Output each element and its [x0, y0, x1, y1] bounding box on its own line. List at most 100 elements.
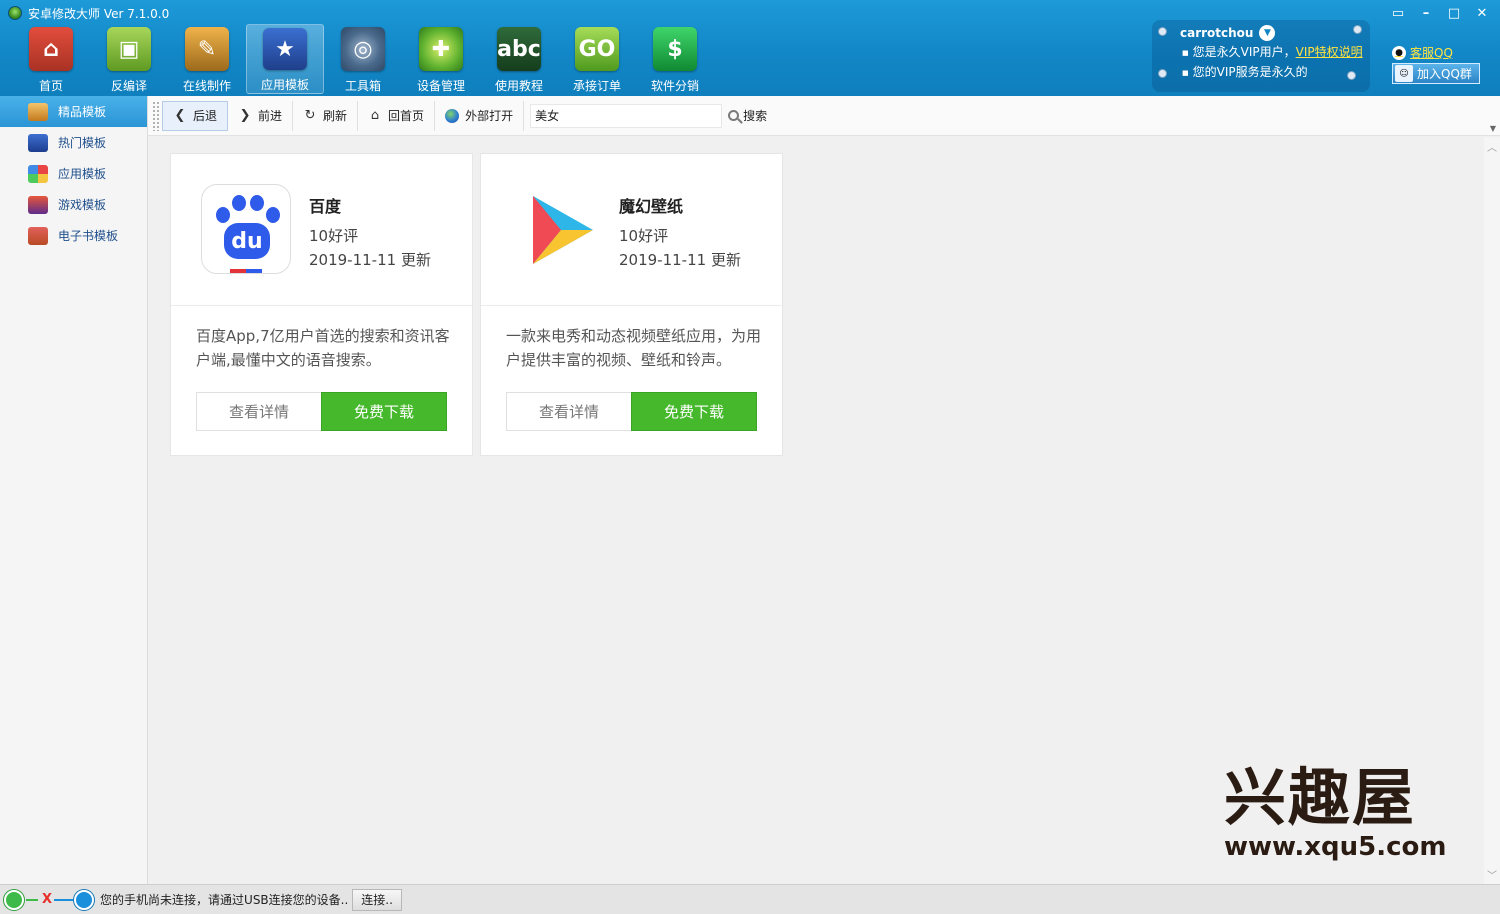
toolbar-decompile[interactable]: ▣ 反编译: [90, 24, 168, 94]
book-icon: [28, 226, 48, 245]
back-label: 后退: [193, 109, 218, 123]
baidu-color-bar: [230, 269, 262, 273]
template-star-icon: ★: [263, 28, 307, 70]
watermark-url: www.xqu5.com: [1224, 832, 1447, 862]
paw-toe-icon: [250, 195, 264, 211]
home-page-label: 回首页: [388, 109, 425, 123]
toolbar-label: 首页: [38, 79, 63, 93]
scroll-down-icon[interactable]: ﹀: [1487, 867, 1497, 882]
chat-icon[interactable]: ▭: [1388, 4, 1408, 22]
free-download-button[interactable]: 免费下载: [321, 392, 447, 431]
phone-icon: [4, 889, 24, 910]
window-controls: ▭ – □ ✕: [1388, 4, 1492, 22]
qq-penguin-icon: ●: [1392, 45, 1406, 60]
toolbar-app-template[interactable]: ★ 应用模板: [246, 24, 324, 94]
customer-service-qq-link[interactable]: ● 客服QQ: [1392, 44, 1453, 61]
baidu-du-mark: du: [224, 223, 270, 259]
search-button[interactable]: 搜索: [728, 107, 767, 124]
sidebar-item-hot[interactable]: 热门模板: [0, 127, 147, 158]
view-details-button[interactable]: 查看详情: [506, 392, 632, 431]
play-triangle-graphic: [533, 196, 593, 264]
toolbar-label: 承接订单: [572, 79, 621, 93]
vip-privilege-link[interactable]: VIP特权说明: [1296, 45, 1363, 59]
search-icon: [728, 110, 740, 121]
toolbar-orders[interactable]: GO 承接订单: [558, 24, 636, 94]
chevron-right-icon: ❯: [239, 108, 251, 123]
toolbar-grip-icon[interactable]: [152, 100, 160, 131]
nav-overflow-chevron-icon[interactable]: ▼: [1490, 124, 1496, 133]
play-triangle-icon[interactable]: [511, 184, 601, 274]
user-info-panel: carrotchou ▼ ■ 您是永久VIP用户，VIP特权说明 ■ 您的VIP服务…: [1152, 20, 1370, 92]
toolbar-tutorial[interactable]: abc 使用教程: [480, 24, 558, 94]
blackboard-icon: abc: [497, 27, 541, 71]
app-description: 一款来电秀和动态视频壁纸应用，为用户提供丰富的视频、壁纸和铃声。: [506, 327, 762, 369]
globe-icon: [445, 108, 460, 123]
toolbar-distribution[interactable]: $ 软件分销: [636, 24, 714, 94]
scroll-up-icon[interactable]: ︿: [1487, 139, 1497, 154]
app-rating: 10好评: [309, 227, 359, 245]
maximize-button[interactable]: □: [1444, 4, 1464, 22]
refresh-icon: ↻: [304, 108, 316, 123]
connect-button[interactable]: 连接..: [352, 888, 402, 911]
search-input[interactable]: [530, 103, 723, 128]
forward-label: 前进: [258, 109, 283, 123]
home-icon: ⌂: [29, 27, 73, 71]
refresh-label: 刷新: [323, 109, 348, 123]
toolbar-label: 在线制作: [182, 79, 231, 93]
search-label: 搜索: [743, 109, 768, 123]
free-download-button[interactable]: 免费下载: [631, 392, 757, 431]
connection-wire: [54, 898, 75, 901]
toolbar-device-manager[interactable]: ✚ 设备管理: [402, 24, 480, 94]
refresh-button[interactable]: ↻ 刷新: [293, 100, 359, 131]
house-icon: ⌂: [370, 108, 380, 123]
qq-group-icon: ☺: [1395, 65, 1413, 82]
username-dropdown[interactable]: carrotchou ▼: [1180, 25, 1276, 41]
forward-button[interactable]: ❯ 前进: [228, 100, 294, 131]
gear-lens-icon: ◎: [341, 27, 385, 71]
join-qq-group-button[interactable]: ☺ 加入QQ群: [1392, 63, 1480, 84]
toolbar-toolbox[interactable]: ◎ 工具箱: [324, 24, 402, 94]
close-button[interactable]: ✕: [1472, 4, 1492, 22]
username: carrotchou: [1180, 26, 1254, 40]
dollar-icon: $: [653, 27, 697, 71]
toolbar-online-make[interactable]: ✎ 在线制作: [168, 24, 246, 94]
radar-icon: ✚: [419, 27, 463, 71]
sidebar-item-games[interactable]: 游戏模板: [0, 189, 147, 220]
toolbar-home[interactable]: ⌂ 首页: [12, 24, 90, 94]
category-sidebar: 精品模板 热门模板 应用模板 游戏模板 电子书模板: [0, 96, 148, 884]
disconnected-x-icon: X: [42, 892, 53, 907]
vip-status-text: 您是永久VIP用户，: [1192, 45, 1296, 59]
sidebar-item-boutique[interactable]: 精品模板: [0, 96, 147, 127]
box-icon: [28, 102, 48, 121]
browser-nav-bar: ❮ 后退 ❯ 前进 ↻ 刷新 ⌂ 回首页 外部打开 搜索 ▼: [148, 96, 1500, 136]
main-toolbar: ⌂ 首页 ▣ 反编译 ✎ 在线制作 ★ 应用模板 ◎ 工具箱 ✚ 设备管理 ab…: [12, 24, 714, 94]
vertical-scrollbar[interactable]: ︿ ﹀: [1484, 137, 1500, 884]
panel-rivet-icon: [1158, 69, 1167, 78]
toolbar-label: 应用模板: [260, 78, 309, 92]
app-name: 魔幻壁纸: [619, 197, 684, 216]
panel-rivet-icon: [1347, 71, 1356, 80]
toolbar-label: 反编译: [110, 79, 147, 93]
sidebar-item-label: 电子书模板: [58, 229, 119, 243]
app-rating: 10好评: [619, 227, 669, 245]
vip-service-line: ■ 您的VIP服务是永久的: [1182, 63, 1308, 80]
vip-service-text: 您的VIP服务是永久的: [1192, 65, 1308, 79]
home-page-button[interactable]: ⌂ 回首页: [358, 100, 436, 131]
card-header: du 百度 10好评 2019-11-11 更新: [171, 154, 472, 306]
view-details-button[interactable]: 查看详情: [196, 392, 322, 431]
open-external-button[interactable]: 外部打开: [435, 100, 525, 131]
sidebar-item-ebooks[interactable]: 电子书模板: [0, 220, 147, 251]
open-external-label: 外部打开: [465, 109, 514, 123]
back-button[interactable]: ❮ 后退: [162, 100, 229, 131]
shopping-bag-icon: GO: [575, 27, 619, 71]
watermark-title: 兴趣屋: [1224, 761, 1417, 834]
android-icon: ▣: [107, 27, 151, 71]
baidu-paw-icon[interactable]: du: [201, 184, 291, 274]
sidebar-item-apps[interactable]: 应用模板: [0, 158, 147, 189]
window-title: 安卓修改大师 Ver 7.1.0.0: [28, 6, 170, 21]
chevron-left-icon: ❮: [174, 108, 186, 123]
game-icon: [28, 195, 48, 214]
minimize-button[interactable]: –: [1416, 4, 1436, 22]
app-description: 百度App,7亿用户首选的搜索和资讯客户端,最懂中文的语音搜索。: [196, 327, 450, 369]
qq-service-label: 客服QQ: [1410, 46, 1453, 60]
